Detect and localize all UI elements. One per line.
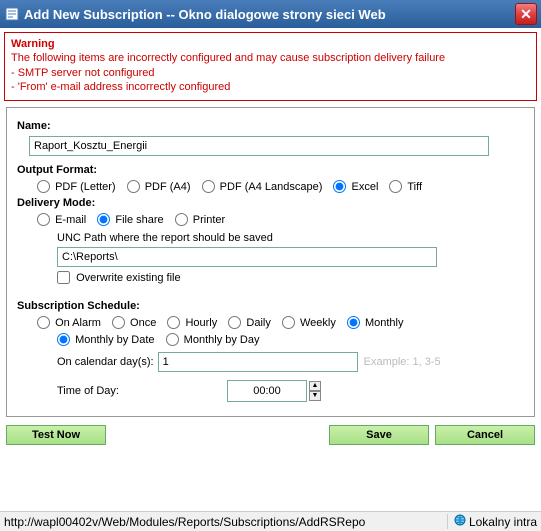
- app-icon: [4, 6, 20, 22]
- warning-title: Warning: [11, 37, 530, 51]
- close-icon: ✕: [520, 6, 532, 23]
- radio-monthly-by-date[interactable]: Monthly by Date: [57, 334, 155, 346]
- radio-pdf-a4[interactable]: PDF (A4): [127, 181, 191, 193]
- calendar-days-input[interactable]: [158, 352, 358, 372]
- time-of-day-input[interactable]: [227, 380, 307, 402]
- monthly-mode-group: Monthly by Date Monthly by Day: [57, 333, 524, 346]
- time-spinner: ▲ ▼: [309, 381, 321, 401]
- time-of-day-row: Time of Day: ▲ ▼: [57, 380, 524, 402]
- radio-monthly[interactable]: Monthly: [347, 317, 404, 329]
- name-input[interactable]: [29, 136, 489, 156]
- warning-line: - 'From' e-mail address incorrectly conf…: [11, 80, 530, 94]
- form-panel: Name: Output Format: PDF (Letter) PDF (A…: [6, 107, 535, 417]
- time-of-day-label: Time of Day:: [57, 385, 227, 397]
- unc-path-label: UNC Path where the report should be save…: [57, 232, 524, 244]
- radio-tiff[interactable]: Tiff: [389, 181, 422, 193]
- status-url: http://wapl00402v/Web/Modules/Reports/Su…: [4, 515, 441, 529]
- radio-email[interactable]: E-mail: [37, 214, 86, 226]
- radio-fileshare[interactable]: File share: [97, 214, 163, 226]
- security-zone: Lokalny intra: [447, 514, 537, 529]
- save-button[interactable]: Save: [329, 425, 429, 445]
- test-now-button[interactable]: Test Now: [6, 425, 106, 445]
- spinner-down-button[interactable]: ▼: [309, 391, 321, 401]
- radio-hourly[interactable]: Hourly: [167, 317, 217, 329]
- radio-excel[interactable]: Excel: [333, 181, 378, 193]
- radio-printer[interactable]: Printer: [175, 214, 225, 226]
- overwrite-checkbox[interactable]: Overwrite existing file: [57, 272, 181, 284]
- fileshare-options: UNC Path where the report should be save…: [57, 232, 524, 284]
- radio-once[interactable]: Once: [112, 317, 156, 329]
- cancel-button[interactable]: Cancel: [435, 425, 535, 445]
- radio-onalarm[interactable]: On Alarm: [37, 317, 101, 329]
- name-label: Name:: [17, 120, 524, 132]
- close-button[interactable]: ✕: [515, 3, 537, 25]
- unc-path-input[interactable]: [57, 247, 437, 267]
- status-bar: http://wapl00402v/Web/Modules/Reports/Su…: [0, 511, 541, 531]
- schedule-group: On Alarm Once Hourly Daily Weekly Monthl…: [37, 316, 524, 329]
- warning-box: Warning The following items are incorrec…: [4, 32, 537, 101]
- radio-daily[interactable]: Daily: [228, 317, 271, 329]
- globe-icon: [454, 514, 466, 529]
- zone-text: Lokalny intra: [469, 515, 537, 529]
- title-bar: Add New Subscription -- Okno dialogowe s…: [0, 0, 541, 28]
- delivery-mode-label: Delivery Mode:: [17, 197, 524, 209]
- spinner-up-button[interactable]: ▲: [309, 381, 321, 391]
- delivery-mode-group: E-mail File share Printer: [37, 213, 524, 226]
- calendar-days-row: On calendar day(s): Example: 1, 3-5: [57, 352, 524, 372]
- output-format-label: Output Format:: [17, 164, 524, 176]
- warning-line: The following items are incorrectly conf…: [11, 51, 530, 65]
- subscription-schedule-label: Subscription Schedule:: [17, 300, 524, 312]
- radio-pdf-letter[interactable]: PDF (Letter): [37, 181, 116, 193]
- radio-monthly-by-day[interactable]: Monthly by Day: [166, 334, 260, 346]
- calendar-days-example: Example: 1, 3-5: [364, 356, 441, 368]
- warning-line: - SMTP server not configured: [11, 66, 530, 80]
- window-title: Add New Subscription -- Okno dialogowe s…: [24, 7, 515, 22]
- radio-weekly[interactable]: Weekly: [282, 317, 336, 329]
- radio-pdf-a4-landscape[interactable]: PDF (A4 Landscape): [202, 181, 323, 193]
- output-format-group: PDF (Letter) PDF (A4) PDF (A4 Landscape)…: [37, 180, 524, 193]
- button-row: Test Now Save Cancel: [6, 425, 535, 445]
- calendar-days-label: On calendar day(s):: [57, 356, 154, 368]
